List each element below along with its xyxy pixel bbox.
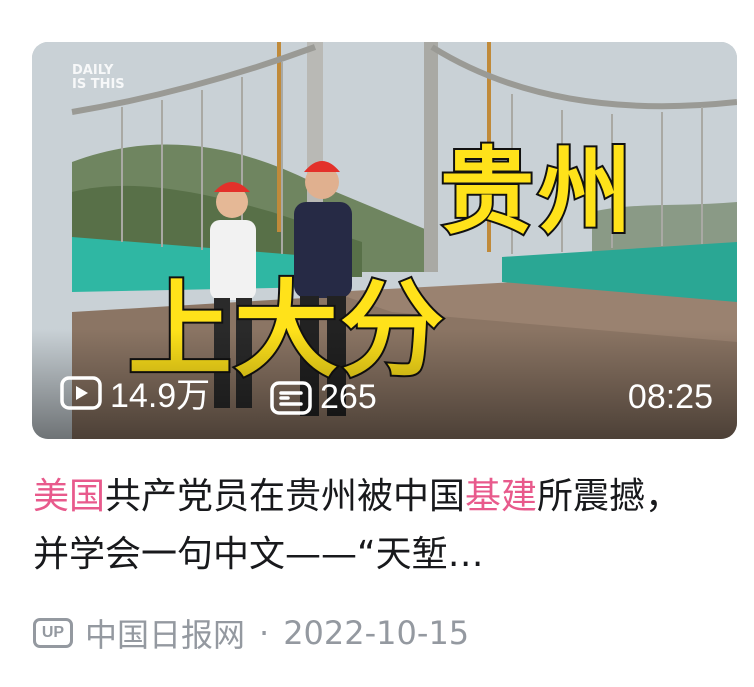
video-card[interactable]: DAILY IS THIS 贵州 上大分 14.9万 bbox=[0, 0, 754, 687]
author-name[interactable]: 中国日报网 bbox=[85, 610, 245, 656]
play-count-icon bbox=[60, 375, 102, 410]
danmaku-count: 265 bbox=[270, 378, 377, 417]
meta-separator: · bbox=[259, 614, 270, 652]
video-duration: 08:25 bbox=[627, 378, 713, 416]
view-count-value: 14.9万 bbox=[110, 377, 211, 415]
overlay-caption-top: 贵州 bbox=[438, 138, 637, 247]
danmaku-icon bbox=[270, 380, 312, 415]
video-title[interactable]: 美国共产党员在贵州被中国基建所震撼，并学会一句中文——“天堑… bbox=[33, 468, 693, 584]
publish-date: 2022-10-15 bbox=[283, 614, 470, 652]
danmaku-count-value: 265 bbox=[320, 378, 377, 416]
title-text: 共产党员在贵州被中国 bbox=[105, 476, 466, 517]
video-meta: UP 中国日报网 · 2022-10-15 bbox=[33, 610, 469, 656]
view-count: 14.9万 bbox=[60, 368, 210, 417]
up-badge-icon: UP bbox=[33, 618, 73, 648]
title-keyword: 美国 bbox=[33, 476, 106, 517]
video-thumbnail[interactable]: DAILY IS THIS 贵州 上大分 14.9万 bbox=[32, 42, 737, 439]
video-watermark: DAILY IS THIS bbox=[72, 63, 125, 92]
title-keyword: 基建 bbox=[465, 476, 538, 517]
